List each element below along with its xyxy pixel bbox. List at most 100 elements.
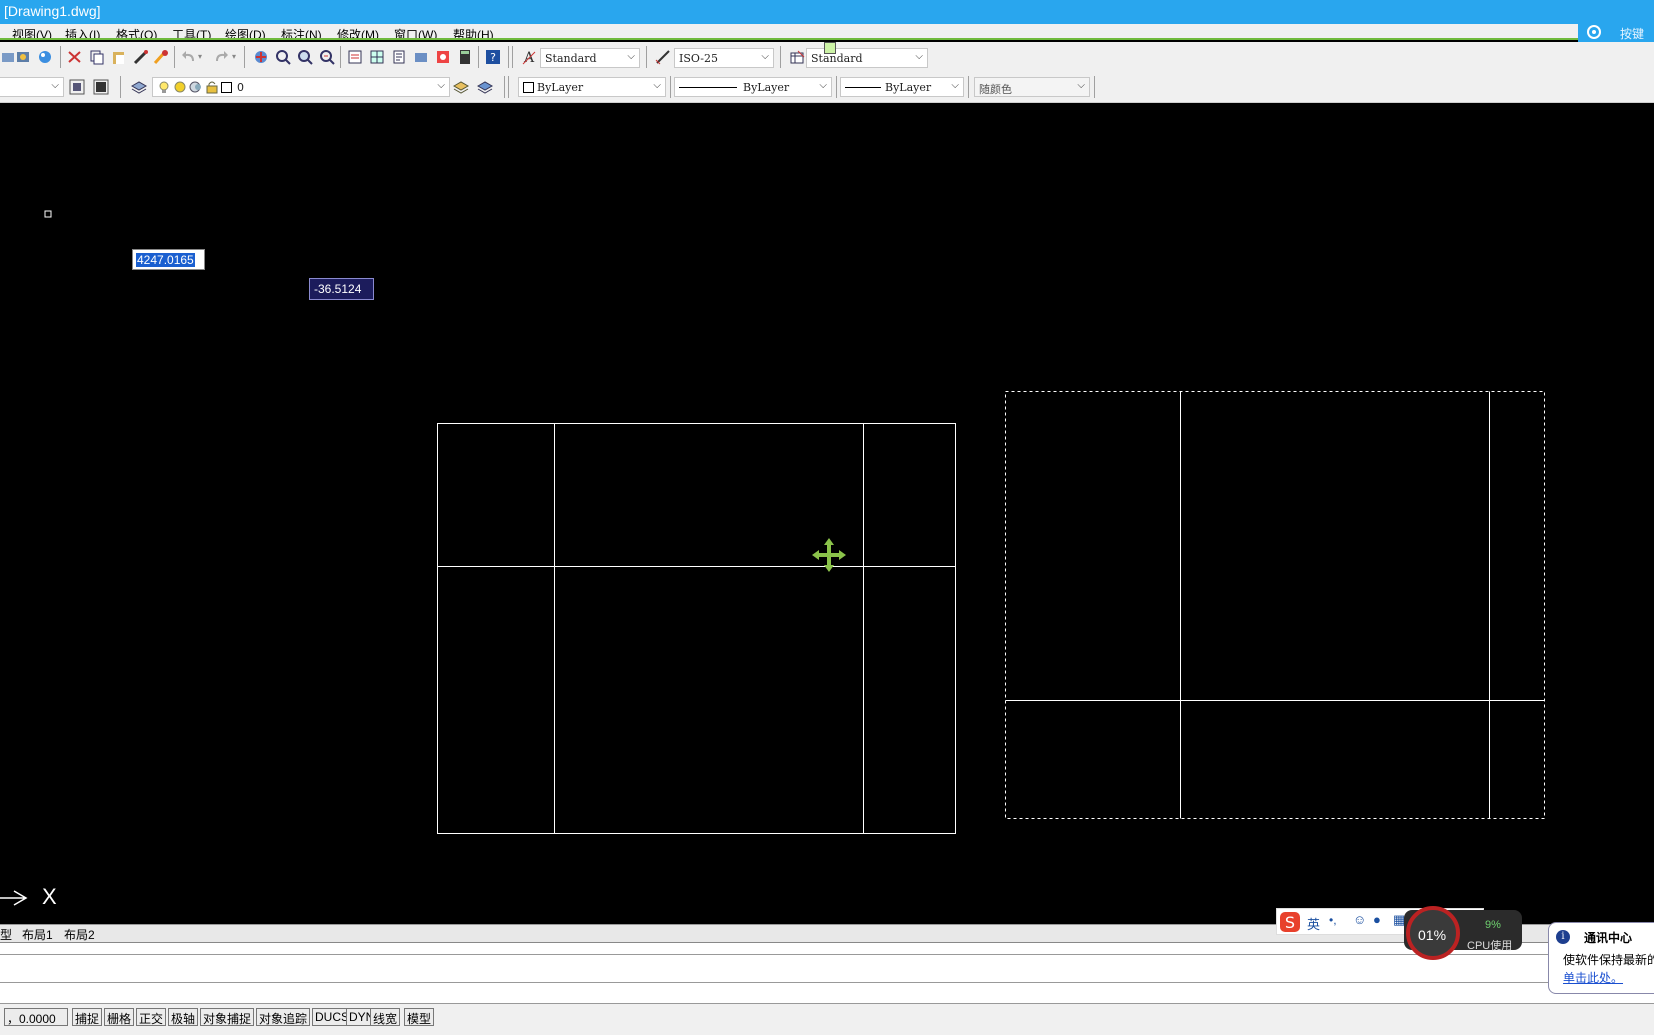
chevron-down-icon: ⌵	[51, 80, 59, 91]
pan-icon[interactable]	[252, 48, 270, 66]
menu-format[interactable]: 格式(O)	[116, 26, 157, 38]
menu-view[interactable]: 视图(V)	[12, 26, 52, 38]
workspace-select[interactable]: ⌵	[0, 77, 64, 97]
status-bar: ，0.0000 捕捉 栅格 正交 极轴 对象捕捉 对象追踪 DUCS DYN 线…	[0, 1003, 1654, 1035]
dimension-style-icon[interactable]	[654, 48, 672, 66]
layers-properties-toolbar: ⌵ 0 ⌵ ByLayer ⌵ ByLayer ⌵ ByLayer ⌵ 随颜色 …	[0, 72, 1654, 103]
plot-style-select[interactable]: 随颜色 ⌵	[974, 77, 1090, 97]
match-properties-icon[interactable]	[132, 48, 150, 66]
toolbar-separator	[174, 46, 175, 68]
chevron-down-icon: ⌵	[761, 51, 769, 62]
text-style-select[interactable]: Standard ⌵	[540, 48, 640, 68]
layer-previous-icon[interactable]	[68, 78, 86, 96]
menu-window[interactable]: 窗口(W)	[394, 26, 437, 38]
menu-insert[interactable]: 插入(I)	[65, 26, 100, 38]
grip-indicator	[824, 42, 836, 54]
markup-icon[interactable]	[434, 48, 452, 66]
text-style-icon[interactable]: A	[520, 48, 538, 66]
coordinate-display[interactable]: ，0.0000	[4, 1008, 68, 1026]
lineweight-select[interactable]: ByLayer ⌵	[840, 77, 964, 97]
menu-help[interactable]: 帮助(H)	[453, 26, 494, 38]
color-select[interactable]: ByLayer ⌵	[518, 77, 666, 97]
design-center-icon[interactable]	[368, 48, 386, 66]
snap-toggle[interactable]: 捕捉	[72, 1008, 103, 1026]
tab-layout1[interactable]: 布局1	[22, 926, 53, 943]
tab-model[interactable]: 型	[0, 926, 12, 943]
chevron-down-icon: ⌵	[437, 80, 445, 91]
toolbar-separator	[646, 46, 647, 68]
toolbar-separator	[670, 76, 671, 98]
notification-link[interactable]: 单击此处。	[1563, 969, 1623, 986]
plot-icon[interactable]	[14, 48, 32, 66]
tab-layout2[interactable]: 布局2	[64, 926, 95, 943]
cpu-label: CPU使用	[1467, 940, 1513, 952]
help-search-label: 按键	[1620, 27, 1645, 41]
zoom-realtime-icon[interactable]	[274, 48, 292, 66]
calculator-icon[interactable]	[456, 48, 474, 66]
lineweight-toggle[interactable]: 线宽	[370, 1008, 401, 1026]
toolbar-separator	[60, 46, 61, 68]
dynamic-input-distance-value: 4247.0165	[136, 253, 195, 267]
tool-palettes-icon[interactable]	[390, 48, 408, 66]
dimension-style-select[interactable]: ISO-25 ⌵	[674, 48, 774, 68]
svg-text:S: S	[1285, 913, 1295, 932]
notification-title: 通讯中心	[1584, 931, 1633, 945]
publish-icon[interactable]	[36, 48, 54, 66]
layer-color-swatch	[221, 82, 232, 93]
paste-icon[interactable]	[110, 48, 128, 66]
layer-states-icon[interactable]	[452, 78, 470, 96]
redo-icon[interactable]	[212, 48, 230, 66]
menu-modify[interactable]: 修改(M)	[337, 26, 379, 38]
otrack-toggle[interactable]: 对象追踪	[256, 1008, 311, 1026]
ortho-toggle[interactable]: 正交	[136, 1008, 167, 1026]
grid-toggle[interactable]: 栅格	[104, 1008, 135, 1026]
layer-select[interactable]: 0 ⌵	[152, 77, 450, 97]
linetype-select[interactable]: ByLayer ⌵	[674, 77, 832, 97]
punctuation-icon[interactable]: •,	[1329, 913, 1337, 927]
linetype-value: ByLayer	[743, 81, 790, 94]
dynamic-input-angle-value: -36.5124	[314, 282, 362, 296]
redo-dropdown-icon[interactable]: ▾	[232, 52, 236, 61]
menu-tools[interactable]: 工具(T)	[172, 26, 211, 38]
chevron-down-icon: ⌵	[1077, 80, 1085, 91]
menu-dimension[interactable]: 标注(N)	[281, 26, 322, 38]
sheet-set-icon[interactable]	[412, 48, 430, 66]
dynamic-input-angle[interactable]: -36.5124	[309, 278, 374, 300]
command-window[interactable]	[0, 942, 1654, 1003]
chevron-down-icon: ⌵	[915, 51, 923, 62]
cut-icon[interactable]	[66, 48, 84, 66]
layer-isolate-icon[interactable]	[476, 78, 494, 96]
toolbar-separator	[244, 46, 245, 68]
block-editor-icon[interactable]	[152, 48, 170, 66]
plot-style-value: 随颜色	[979, 83, 1012, 96]
toolbar-separator	[1094, 76, 1095, 98]
layer-manager-icon[interactable]	[130, 78, 148, 96]
properties-icon[interactable]	[346, 48, 364, 66]
make-object-layer-current-icon[interactable]	[92, 78, 110, 96]
help-icon[interactable]: ?	[484, 48, 502, 66]
zoom-previous-icon[interactable]	[318, 48, 336, 66]
microphone-icon[interactable]: ●	[1373, 912, 1381, 927]
chevron-down-icon: ⌵	[653, 80, 661, 91]
copy-icon[interactable]	[88, 48, 106, 66]
dynamic-input-distance[interactable]: 4247.0165	[132, 249, 205, 270]
drawing-canvas[interactable]	[0, 103, 1654, 924]
zoom-window-icon[interactable]	[296, 48, 314, 66]
window-title: [Drawing1.dwg]	[4, 3, 101, 19]
notification-body: 使软件保持最新的	[1563, 953, 1654, 967]
toolbar-separator	[836, 76, 837, 98]
table-style-icon[interactable]	[788, 48, 806, 66]
polar-toggle[interactable]: 极轴	[168, 1008, 199, 1026]
model-toggle[interactable]: 模型	[404, 1008, 435, 1026]
undo-dropdown-icon[interactable]: ▾	[198, 52, 202, 61]
color-swatch	[523, 82, 534, 93]
command-history-divider	[0, 954, 1654, 955]
undo-icon[interactable]	[180, 48, 198, 66]
menu-draw[interactable]: 绘图(D)	[225, 26, 266, 38]
ime-language-indicator[interactable]: 英	[1307, 914, 1320, 933]
lineweight-value: ByLayer	[885, 81, 932, 94]
help-search-icon[interactable]	[1583, 22, 1605, 44]
emoji-icon[interactable]: ☺	[1353, 912, 1366, 927]
osnap-toggle[interactable]: 对象捕捉	[200, 1008, 255, 1026]
sogou-logo-icon[interactable]: S	[1279, 911, 1301, 933]
